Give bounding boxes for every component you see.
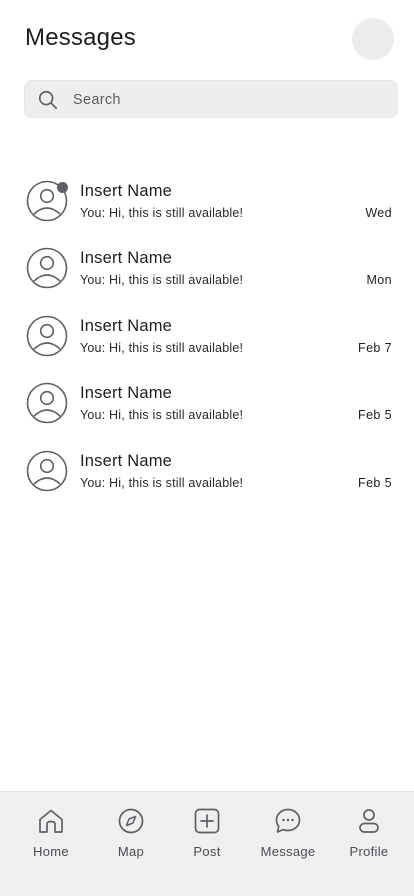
contact-name: Insert Name xyxy=(80,182,173,200)
contact-name: Insert Name xyxy=(80,384,173,403)
conversation-item[interactable]: Insert Name You: Hi, this is still avail… xyxy=(0,235,414,302)
message-preview: You: Hi, this is still available! xyxy=(80,206,244,220)
contact-name: Insert Name xyxy=(80,451,173,470)
person-icon xyxy=(359,809,379,833)
chat-bubble-icon xyxy=(275,808,301,833)
tab-home[interactable]: Home xyxy=(11,806,91,866)
tab-map[interactable]: Map xyxy=(91,806,171,866)
message-date: Feb 7 xyxy=(358,340,392,355)
tab-message[interactable]: Message xyxy=(248,806,328,866)
tab-label: Post xyxy=(193,844,221,859)
user-avatar-icon xyxy=(26,382,68,424)
compass-icon xyxy=(118,808,144,834)
tab-label: Home xyxy=(33,844,69,859)
search-placeholder: Search xyxy=(73,92,121,108)
contact-name: Insert Name xyxy=(80,249,173,268)
user-avatar-icon xyxy=(26,248,68,289)
tab-profile[interactable]: Profile xyxy=(329,806,409,866)
home-icon xyxy=(39,809,63,833)
message-date: Feb 5 xyxy=(358,475,392,490)
bottom-tab-bar: Home Map Post Message Profile xyxy=(0,791,414,896)
message-preview: You: Hi, this is still available! xyxy=(80,475,244,490)
message-preview: You: Hi, this is still available! xyxy=(80,273,244,288)
message-date: Feb 5 xyxy=(358,408,392,423)
message-date: Wed xyxy=(365,206,392,220)
unread-indicator xyxy=(57,182,68,193)
tab-post[interactable]: Post xyxy=(167,806,247,866)
search-input[interactable]: Search xyxy=(24,80,398,118)
tab-label: Message xyxy=(260,844,316,859)
message-date: Mon xyxy=(366,273,392,288)
message-preview: You: Hi, this is still available! xyxy=(80,408,244,423)
message-preview: You: Hi, this is still available! xyxy=(80,340,244,355)
conversation-list: Insert Name You: Hi, this is still avail… xyxy=(0,168,414,505)
header: Messages xyxy=(0,0,414,80)
search-icon xyxy=(38,90,58,110)
conversation-item[interactable]: Insert Name You: Hi, this is still avail… xyxy=(0,370,414,437)
plus-square-icon xyxy=(194,808,220,834)
user-avatar-icon xyxy=(26,450,68,491)
avatar[interactable] xyxy=(352,18,394,60)
contact-name: Insert Name xyxy=(80,316,173,335)
conversation-item[interactable]: Insert Name You: Hi, this is still avail… xyxy=(0,168,414,235)
user-avatar-icon xyxy=(26,315,68,357)
tab-label: Map xyxy=(117,844,145,859)
conversation-item[interactable]: Insert Name You: Hi, this is still avail… xyxy=(0,438,414,505)
page-title: Messages xyxy=(25,24,136,51)
conversation-item[interactable]: Insert Name You: Hi, this is still avail… xyxy=(0,303,414,370)
tab-label: Profile xyxy=(349,844,389,859)
